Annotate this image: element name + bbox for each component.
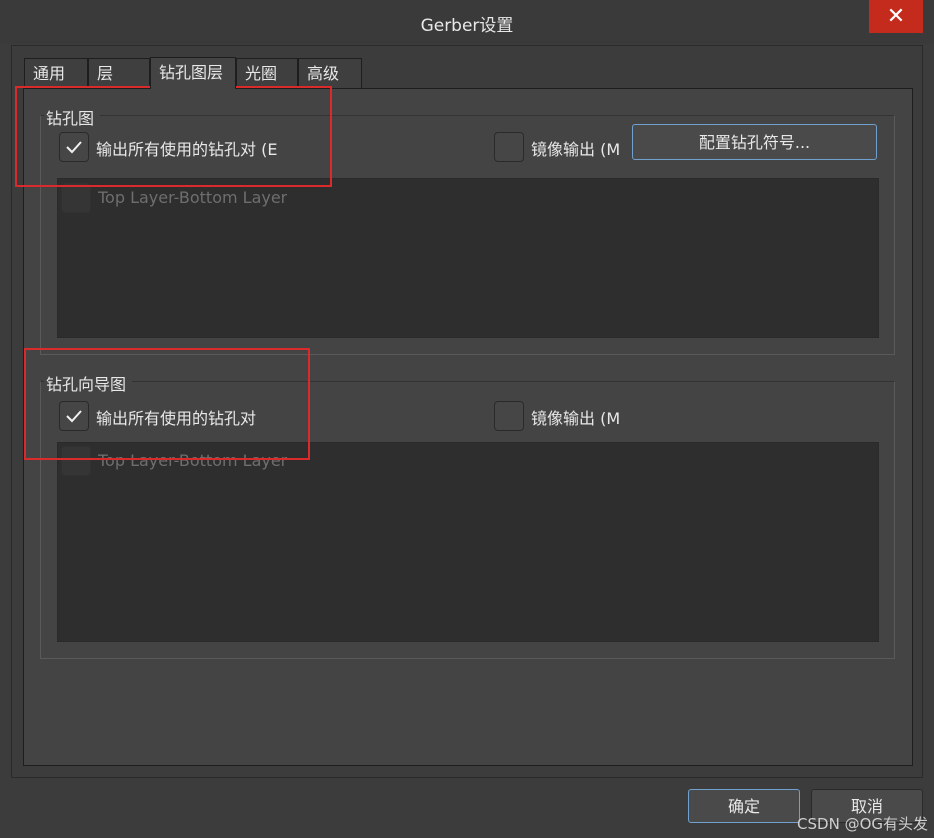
mirror-output-checkbox[interactable] [494, 132, 524, 162]
tab-label: 高级 [307, 64, 340, 83]
layer-pair-checkbox[interactable] [61, 183, 91, 213]
configure-drill-symbols-button[interactable]: 配置钻孔符号... [632, 124, 877, 160]
tab-label: 光圈 [245, 64, 278, 83]
ok-button[interactable]: 确定 [688, 789, 800, 823]
tab-panel: 钻孔图 输出所有使用的钻孔对 (E 镜像输出 (M 配置钻孔符号... Top … [23, 88, 913, 766]
guide-layer-pair-label: Top Layer-Bottom Layer [98, 451, 288, 470]
mirror-output-label: 镜像输出 (M [531, 140, 621, 159]
drill-guide-title: 钻孔向导图 [44, 371, 133, 395]
drill-guide-layer-list [57, 442, 879, 642]
window-title: Gerber设置 [420, 16, 514, 36]
check-icon [66, 141, 82, 154]
tab-advanced[interactable]: 高级 [298, 58, 362, 88]
output-all-pairs-label: 输出所有使用的钻孔对 (E [96, 140, 278, 159]
tab-label: 钻孔图层 [159, 63, 224, 82]
tab-label: 层 [97, 64, 114, 83]
tab-label: 通用 [33, 64, 66, 83]
guide-output-all-pairs-checkbox[interactable] [59, 401, 89, 431]
guide-mirror-output-checkbox[interactable] [494, 401, 524, 431]
watermark: CSDN @OG有头发 [797, 815, 928, 833]
guide-layer-pair-checkbox[interactable] [61, 446, 91, 476]
drill-drawing-title: 钻孔图 [44, 105, 101, 129]
guide-output-all-pairs-label: 输出所有使用的钻孔对 [96, 409, 257, 428]
tab-layers[interactable]: 层 [88, 58, 150, 88]
title-bar: Gerber设置 ✕ [0, 0, 934, 44]
check-icon [66, 410, 82, 423]
tab-drill-drawing[interactable]: 钻孔图层 [150, 57, 236, 89]
dialog-body: 通用 层 钻孔图层 光圈 高级 钻孔图 输出所有使用的钻孔对 (E 镜像输出 (… [11, 45, 923, 778]
drill-drawing-layer-list: Top Layer-Bottom Layer [57, 178, 879, 338]
tab-general[interactable]: 通用 [24, 58, 88, 88]
output-all-pairs-checkbox[interactable] [59, 132, 89, 162]
close-icon: ✕ [886, 4, 906, 29]
layer-pair-label: Top Layer-Bottom Layer [98, 188, 288, 207]
tab-apertures[interactable]: 光圈 [236, 58, 298, 88]
guide-mirror-output-label: 镜像输出 (M [531, 409, 621, 428]
close-button[interactable]: ✕ [869, 0, 923, 33]
